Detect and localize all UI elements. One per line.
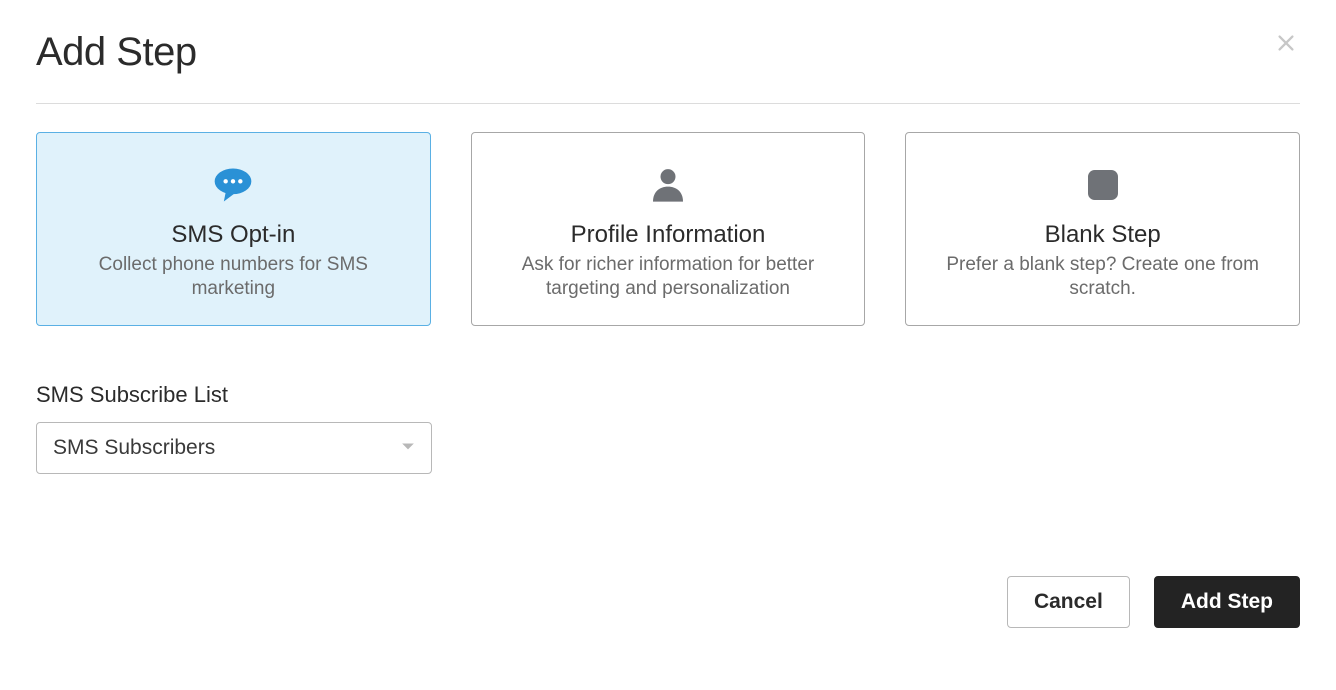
blank-square-icon bbox=[1081, 163, 1125, 207]
card-description: Prefer a blank step? Create one from scr… bbox=[938, 253, 1268, 301]
card-description: Collect phone numbers for SMS marketing bbox=[68, 253, 398, 301]
sms-subscribe-section: SMS Subscribe List SMS Subscribers bbox=[36, 382, 1300, 474]
card-description: Ask for richer information for better ta… bbox=[503, 253, 833, 301]
add-step-button[interactable]: Add Step bbox=[1154, 576, 1300, 628]
close-icon bbox=[1275, 42, 1297, 57]
card-profile-information[interactable]: Profile Information Ask for richer infor… bbox=[471, 132, 866, 326]
card-title: SMS Opt-in bbox=[171, 221, 295, 249]
card-sms-opt-in[interactable]: SMS Opt-in Collect phone numbers for SMS… bbox=[36, 132, 431, 326]
card-title: Blank Step bbox=[1045, 221, 1161, 249]
modal-title: Add Step bbox=[36, 30, 1300, 75]
close-button[interactable] bbox=[1266, 24, 1306, 64]
modal-header: Add Step bbox=[36, 30, 1300, 104]
sms-subscribe-label: SMS Subscribe List bbox=[36, 382, 1300, 408]
sms-subscribe-dropdown[interactable]: SMS Subscribers bbox=[36, 422, 432, 474]
person-icon bbox=[646, 163, 690, 207]
chevron-down-icon bbox=[401, 439, 415, 457]
dropdown-selected-value: SMS Subscribers bbox=[53, 436, 401, 460]
card-blank-step[interactable]: Blank Step Prefer a blank step? Create o… bbox=[905, 132, 1300, 326]
modal-footer: Cancel Add Step bbox=[1007, 576, 1300, 628]
card-title: Profile Information bbox=[571, 221, 766, 249]
add-step-modal: Add Step SMS Opt-in Coll bbox=[0, 0, 1336, 690]
speech-bubble-icon bbox=[211, 163, 255, 207]
cancel-button[interactable]: Cancel bbox=[1007, 576, 1130, 628]
step-type-cards: SMS Opt-in Collect phone numbers for SMS… bbox=[36, 132, 1300, 326]
